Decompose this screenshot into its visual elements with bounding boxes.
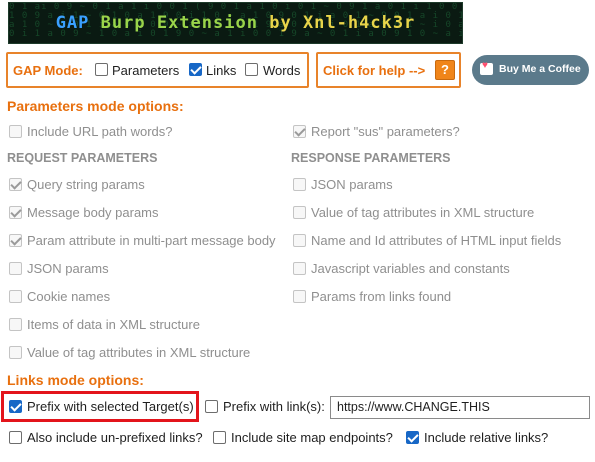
response-html-input-fields-checkbox[interactable]: [293, 234, 306, 247]
response-json-params-checkbox[interactable]: [293, 178, 306, 191]
mode-parameters-label[interactable]: Parameters: [112, 63, 179, 78]
response-html-input-fields-label: Name and Id attributes of HTML input fie…: [311, 233, 562, 248]
request-query-string-label: Query string params: [27, 177, 145, 192]
mode-parameters-checkbox[interactable]: [95, 63, 108, 76]
include-unprefixed-links-label[interactable]: Also include un-prefixed links?: [27, 430, 203, 445]
request-xml-items-label: Items of data in XML structure: [27, 317, 200, 332]
request-cookie-names-checkbox[interactable]: [9, 290, 22, 303]
banner-title: GAP Burp Extension by Xnl-h4ck3r: [9, 13, 462, 33]
response-parameters-heading: RESPONSE PARAMETERS: [291, 151, 451, 165]
prefix-url-input[interactable]: https://www.CHANGE.THIS: [330, 396, 590, 419]
response-params-from-links-checkbox[interactable]: [293, 290, 306, 303]
prefix-selected-target-label[interactable]: Prefix with selected Target(s): [27, 399, 194, 414]
request-parameters-heading: REQUEST PARAMETERS: [7, 151, 158, 165]
gap-mode-label: GAP Mode:: [13, 63, 83, 78]
request-message-body-label: Message body params: [27, 205, 159, 220]
include-sitemap-endpoints-checkbox[interactable]: [213, 431, 226, 444]
include-url-path-words-checkbox[interactable]: [9, 125, 22, 138]
response-xml-tag-attributes-label: Value of tag attributes in XML structure: [311, 205, 535, 220]
buy-me-a-coffee-label: Buy Me a Coffee: [499, 63, 581, 75]
report-sus-parameters-label: Report "sus" parameters?: [311, 124, 460, 139]
mode-links-checkbox[interactable]: [189, 63, 202, 76]
request-xml-tag-attributes-checkbox[interactable]: [9, 346, 22, 359]
include-unprefixed-links-checkbox[interactable]: [9, 431, 22, 444]
header-banner: 0 1 ai 0 9 ~ 0 1 a 1 i 0 0 1 ( 9 0 1 a 1…: [8, 2, 463, 44]
include-relative-links-label[interactable]: Include relative links?: [424, 430, 548, 445]
request-query-string-checkbox[interactable]: [9, 178, 22, 191]
request-xml-items-checkbox[interactable]: [9, 318, 22, 331]
links-options-title: Links mode options:: [7, 372, 144, 388]
banner-title-author: Xnl-h4ck3r: [302, 13, 416, 33]
mode-words-label[interactable]: Words: [263, 63, 300, 78]
help-button[interactable]: ?: [435, 60, 455, 80]
request-xml-tag-attributes-label: Value of tag attributes in XML structure: [27, 345, 251, 360]
help-label: Click for help -->: [323, 63, 426, 78]
response-js-variables-label: Javascript variables and constants: [311, 261, 510, 276]
coffee-cup-heart-icon: [480, 60, 493, 75]
response-params-from-links-label: Params from links found: [311, 289, 452, 304]
banner-title-by: by: [269, 13, 292, 33]
request-json-params-label: JSON params: [27, 261, 109, 276]
mode-words-checkbox[interactable]: [245, 63, 258, 76]
include-sitemap-endpoints-label[interactable]: Include site map endpoints?: [231, 430, 393, 445]
response-js-variables-checkbox[interactable]: [293, 262, 306, 275]
request-message-body-checkbox[interactable]: [9, 206, 22, 219]
include-relative-links-checkbox[interactable]: [406, 431, 419, 444]
include-url-path-words-label: Include URL path words?: [27, 124, 173, 139]
request-cookie-names-label: Cookie names: [27, 289, 111, 304]
banner-title-middle: Burp Extension: [100, 13, 258, 33]
prefix-with-links-label[interactable]: Prefix with link(s):: [223, 399, 325, 414]
response-xml-tag-attributes-checkbox[interactable]: [293, 206, 306, 219]
prefix-with-links-checkbox[interactable]: [205, 400, 218, 413]
prefix-selected-target-checkbox[interactable]: [9, 400, 22, 413]
request-json-params-checkbox[interactable]: [9, 262, 22, 275]
mode-links-label[interactable]: Links: [206, 63, 236, 78]
response-json-params-label: JSON params: [311, 177, 393, 192]
banner-title-gap: GAP: [55, 13, 90, 33]
request-multipart-label: Param attribute in multi-part message bo…: [27, 233, 276, 248]
buy-me-a-coffee-button[interactable]: Buy Me a Coffee: [472, 55, 589, 85]
request-multipart-checkbox[interactable]: [9, 234, 22, 247]
report-sus-parameters-checkbox[interactable]: [293, 125, 306, 138]
parameters-options-title: Parameters mode options:: [7, 98, 184, 114]
